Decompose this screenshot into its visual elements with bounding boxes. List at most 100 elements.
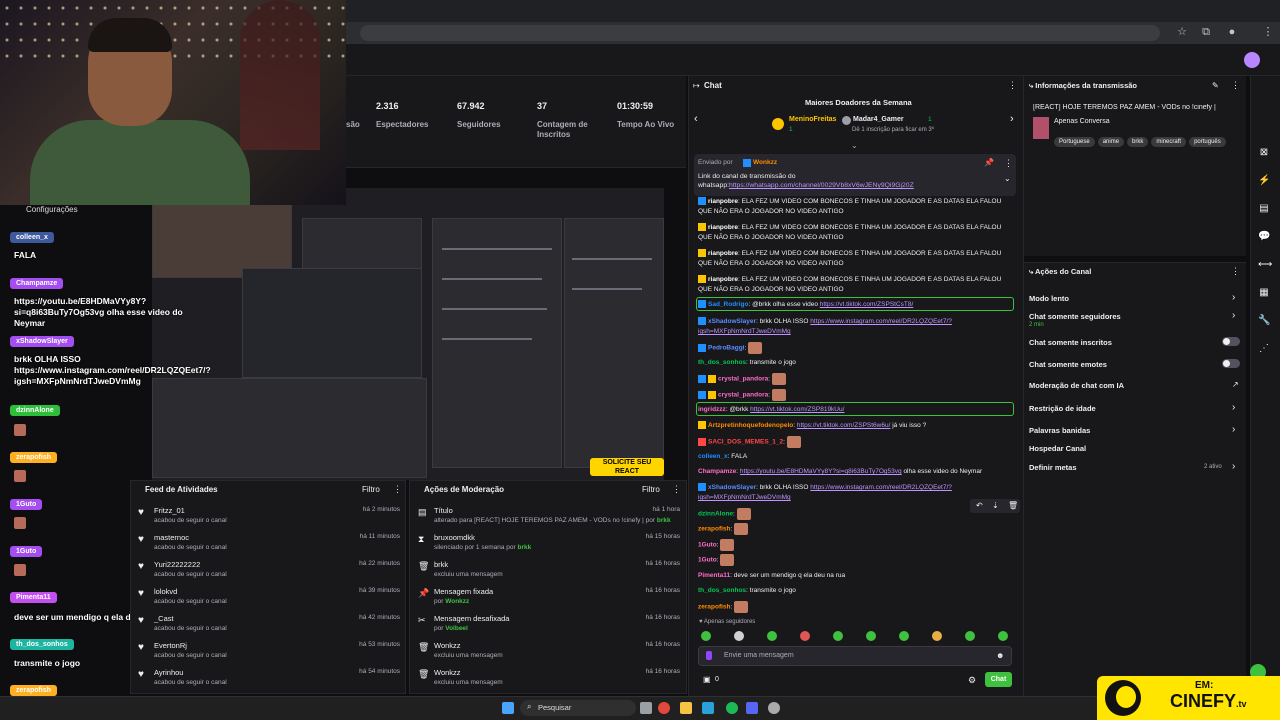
tag[interactable]: anime (1097, 137, 1125, 147)
mod-menu-icon[interactable]: ⋮ (672, 484, 681, 495)
chat-settings-icon[interactable]: ⚙ (968, 675, 976, 686)
chat-message[interactable]: rianpobre: ELA FEZ UM VIDEO COM BONECOS … (698, 275, 1010, 295)
tag[interactable]: brkk (1127, 137, 1149, 147)
emote-icon[interactable] (932, 631, 942, 641)
stream-preview[interactable] (152, 188, 664, 480)
chat-message[interactable]: xShadowSlayer: brkk OLHA ISSO https://ww… (698, 317, 1010, 337)
actions-menu-icon[interactable]: ⋮ (1231, 266, 1240, 277)
chat-expand-icon[interactable]: ↦ (693, 81, 700, 90)
folder-icon[interactable] (680, 702, 692, 714)
chat-message[interactable]: xShadowSlayer: brkk OLHA ISSO https://ww… (698, 483, 1010, 503)
emote-icon[interactable] (998, 631, 1008, 641)
donor2-name[interactable]: Madar4_Gamer (853, 116, 904, 123)
channel-action[interactable]: Chat somente inscritos (1029, 338, 1112, 347)
emote-picker-icon[interactable]: ☻ (996, 651, 1004, 660)
code-icon[interactable]: ⟷ (1258, 259, 1272, 271)
chat-message[interactable]: Pimenta11: deve ser um mendigo q ela deu… (698, 571, 1010, 581)
chat-message[interactable]: 1Guto: (698, 554, 1010, 566)
chevron-right-icon[interactable]: › (1232, 461, 1235, 472)
chat-message[interactable]: Artzpretinhoquefodenopelo: https://vt.ti… (698, 421, 1010, 431)
chat-message[interactable]: zerapofish: (698, 523, 1010, 535)
menu-icon[interactable]: ⋮ (1262, 26, 1274, 38)
emote-icon[interactable] (833, 631, 843, 641)
avatar[interactable] (1244, 52, 1260, 68)
channel-action[interactable]: Chat somente seguidores (1029, 312, 1121, 321)
channel-action[interactable]: Chat somente emotes (1029, 360, 1107, 369)
tag[interactable]: minecraft (1151, 137, 1187, 147)
channel-action[interactable]: Restrição de idade (1029, 404, 1096, 413)
rail-icon[interactable]: ⊠ (1258, 147, 1270, 159)
chat-message[interactable]: crystal_pandora: (698, 373, 1010, 385)
pinned-menu-icon[interactable]: ⋮ (1004, 158, 1013, 169)
donor1-name[interactable]: MeninoFreitas (789, 116, 836, 123)
obs-icon[interactable] (768, 702, 780, 714)
category-name[interactable]: Apenas Conversa (1054, 118, 1110, 125)
mod-filter[interactable]: Filtro (642, 485, 660, 494)
chat-message[interactable]: rianpobre: ELA FEZ UM VIDEO COM BONECOS … (698, 249, 1010, 269)
donors-next-icon[interactable]: › (1010, 113, 1014, 125)
chat-menu-icon[interactable]: ⋮ (1008, 80, 1017, 91)
chat-message[interactable]: 1Guto: (698, 539, 1010, 551)
feed-filter[interactable]: Filtro (362, 485, 380, 494)
points-icon[interactable]: ▣ (703, 675, 711, 684)
emote-icon[interactable] (800, 631, 810, 641)
chevron-right-icon[interactable]: › (1232, 292, 1235, 303)
wrench-icon[interactable]: 🔧 (1258, 315, 1270, 327)
tag[interactable]: português (1189, 137, 1226, 147)
chat-message[interactable]: rianpobre: ELA FEZ UM VIDEO COM BONECOS … (698, 197, 1010, 217)
emote-icon[interactable] (734, 631, 744, 641)
channel-action[interactable]: Hospedar Canal (1029, 444, 1086, 453)
feed-menu-icon[interactable]: ⋮ (393, 484, 402, 495)
chevron-right-icon[interactable]: › (1232, 402, 1235, 413)
chat-message[interactable]: th_dos_sonhos: transmite o jogo (698, 358, 1010, 368)
extensions-icon[interactable]: ⧉ (1200, 26, 1212, 38)
chevron-right-icon[interactable]: › (1232, 310, 1235, 321)
windows-start-icon[interactable] (502, 702, 514, 714)
info-menu-icon[interactable]: ⋮ (1231, 80, 1240, 91)
lightning-icon[interactable]: ⚡ (1258, 175, 1270, 187)
pin-message-icon[interactable]: ⇣ (992, 501, 999, 510)
toggle-switch[interactable] (1222, 337, 1240, 346)
emote-icon[interactable] (965, 631, 975, 641)
pinned-expand-icon[interactable]: ⌄ (1004, 174, 1011, 183)
donors-prev-icon[interactable]: ‹ (694, 113, 698, 125)
profile-icon[interactable]: ● (1226, 26, 1238, 38)
layout-icon[interactable]: ▦ (1258, 287, 1270, 299)
emote-icon[interactable] (899, 631, 909, 641)
chat-message[interactable]: th_dos_sonhos: transmite o jogo (698, 586, 1010, 596)
pin-collapse-icon[interactable]: ⌄ (851, 141, 858, 150)
edit-icon[interactable]: ✎ (1212, 81, 1219, 90)
taskview-icon[interactable] (640, 702, 652, 714)
chat-message[interactable]: rianpobre: ELA FEZ UM VIDEO COM BONECOS … (698, 223, 1010, 243)
chat-message[interactable]: PedroBaggi: (698, 342, 1010, 354)
spotify-icon[interactable] (726, 702, 738, 714)
chat-message[interactable]: zerapofish: (698, 601, 1010, 613)
chat-message[interactable]: dzinnAlone: (698, 508, 1010, 520)
share-icon[interactable]: ⋰ (1258, 343, 1270, 355)
chrome-icon[interactable] (658, 702, 670, 714)
pinned-link[interactable]: https://whatsapp.com/channel/0029Vb8xV6w… (729, 182, 914, 189)
tag[interactable]: Portuguese (1054, 137, 1095, 147)
discord-icon[interactable] (746, 702, 758, 714)
pinned-by-user[interactable]: Wonkzz (753, 159, 777, 166)
chevron-right-icon[interactable]: › (1232, 424, 1235, 435)
channel-action[interactable]: Modo lento (1029, 294, 1069, 303)
channel-action[interactable]: Palavras banidas (1029, 426, 1090, 435)
pin-icon[interactable]: 📌 (984, 158, 994, 167)
channel-action[interactable]: Moderação de chat com IA (1029, 381, 1124, 390)
emote-icon[interactable] (866, 631, 876, 641)
chat-message[interactable]: crystal_pandora: (698, 389, 1010, 401)
reply-icon[interactable]: ↶ (976, 501, 983, 510)
document-icon[interactable]: ▤ (1258, 203, 1270, 215)
telegram-icon[interactable] (702, 702, 714, 714)
toggle-switch[interactable] (1222, 359, 1240, 368)
channel-action[interactable]: Definir metas (1029, 463, 1077, 472)
chat-message[interactable]: Champamze: https://youtu.be/E8HDMaVYy8Y?… (698, 467, 1010, 477)
chat-bubble-icon[interactable]: 💬 (1258, 231, 1270, 243)
star-icon[interactable]: ☆ (1176, 26, 1188, 38)
external-link-icon[interactable]: ↗ (1232, 380, 1239, 389)
emote-icon[interactable] (701, 631, 711, 641)
emote-icon[interactable] (767, 631, 777, 641)
send-chat-button[interactable]: Chat (985, 672, 1012, 687)
address-bar[interactable] (360, 25, 1160, 41)
